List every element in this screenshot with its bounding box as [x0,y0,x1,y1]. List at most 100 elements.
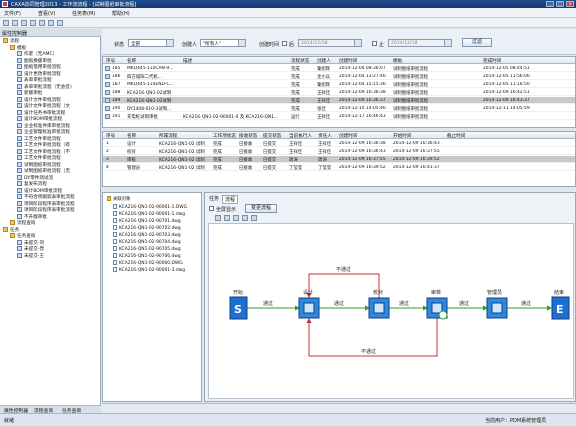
object-item[interactable]: KCA216-QN1-02-90001-1.dwg [113,211,185,217]
node-end[interactable]: E 结束 [551,289,570,320]
date-to-input[interactable]: 2014/12/18 [388,39,452,47]
tree-item[interactable]: 复发布流程 [17,181,47,187]
tree-item[interactable]: 表单审批流程 [17,77,52,83]
object-item[interactable]: KCA216-QN1-02-90702.dwg [113,225,181,231]
tree-item[interactable]: 未提交-刘 [17,239,44,246]
refresh-icon[interactable] [30,20,36,26]
objects-root[interactable]: 关联对象 [107,196,131,202]
tree-item[interactable]: 工艺文件审批流程 [17,135,61,142]
table-row[interactable]: 190 DY1408-010-3试制... 完成 张佳 2014-12-10 14:05… [103,105,575,112]
table-row[interactable]: 3 审核 KCA216-QN1-02 试制 完成 已接收 已提交 周涛 周涛 2014-12-0… [103,156,575,163]
tree-item[interactable]: 任务 [3,226,19,233]
table-row[interactable]: 185 MKQ445-110CAN-9... 完成 秦绍辉 2014-12-04 08:… [103,65,575,72]
node-start[interactable]: S 开始 [229,289,248,320]
tree-item[interactable]: 模板 [10,44,26,51]
table-row[interactable]: 187 MKQ445-110END-C... 完成 秦绍辉 2014-12-04 15:… [103,81,575,88]
filter-button[interactable]: 过滤 [462,38,492,47]
tree-item[interactable]: 企业管理标准审批流程 [17,129,70,135]
tree-item[interactable]: 新版审批 [17,90,42,96]
column-header[interactable]: 创建时间 [339,58,357,64]
tree-item[interactable]: 作废（无AMC） [17,51,57,57]
table-row[interactable]: 2 校对 KCA216-QN1-02 试制 完成 已接收 已提交 王祥佳 王祥佳 2014-12… [103,148,575,155]
save-icon[interactable] [21,20,27,26]
tree-item[interactable]: 企业标准件库审批流程 [17,122,70,129]
column-header[interactable]: 完成时间 [483,58,501,64]
tree-item[interactable]: 未提交-王 [17,252,44,259]
object-item[interactable]: KCA216-QN1-02-90001-3.dwg [113,267,185,273]
tree-item[interactable]: 试制图纸审批流程（无 [17,168,70,174]
show-all-checkbox[interactable] [209,206,214,211]
after-checkbox[interactable] [282,41,287,46]
creator-select[interactable]: "所有人" [200,39,246,47]
zoom-in-icon[interactable] [215,215,221,221]
minimize-button[interactable]: _ [546,1,554,7]
column-header[interactable]: 创建人 [317,58,331,64]
column-header[interactable]: 序号 [106,58,115,64]
node-review[interactable]: 审核 [426,289,448,320]
column-header[interactable]: 开始时间 [393,133,411,139]
tree-item[interactable]: 设计文件审批流程 [17,96,61,103]
node-design[interactable]: 设计 [298,289,320,319]
tree-item[interactable]: 表单审批流程（无会签） [17,83,75,90]
fit-icon[interactable] [242,215,248,221]
column-header[interactable]: 提交状态 [263,133,281,139]
menu-tasklist[interactable]: 任务表(M) [72,10,95,17]
tab-task[interactable]: 任务 [209,195,219,202]
tree-item[interactable]: 工艺文件审批流程（不 [17,148,70,155]
column-header[interactable]: 当前执行人 [289,133,312,139]
tab-flow[interactable]: 流程 [222,195,239,204]
filter-icon[interactable] [39,20,45,26]
tree-item[interactable]: 设计更改审批流程 [17,70,61,77]
tree-item[interactable]: 项目阶段程序表审批流程 [17,200,75,207]
open-icon[interactable] [12,20,18,26]
column-header[interactable]: 模板 [393,58,402,64]
date-from-input[interactable]: 2014/12/18 [298,39,362,47]
zoom-out-icon[interactable] [224,215,230,221]
node-admin[interactable]: 管理员 [486,289,508,319]
tree-item[interactable]: 图纸借用审批流程 [17,64,61,70]
column-header[interactable]: 接收状态 [239,133,257,139]
tree-item[interactable]: 设计BOM审批流程 [17,116,62,122]
menu-help[interactable]: 帮助(H) [112,10,130,17]
close-button[interactable]: × [566,1,574,7]
column-header[interactable]: 序号 [106,133,115,139]
tree-item[interactable]: 流程 [3,38,19,44]
column-header[interactable]: 描述 [183,58,192,64]
table-row[interactable]: 1 设计 KCA216-QN1-02 试制 完成 已接收 已提交 王祥佳 王祥佳 2014-12… [103,140,575,147]
tree-item[interactable]: 设计文件审批流程（文 [17,103,70,109]
tree-item[interactable]: 试制图纸审批流程 [17,161,61,168]
column-header[interactable]: 截止时间 [447,133,465,139]
object-item[interactable]: KCA216-QN1-02-90703.dwg [113,232,181,238]
column-header[interactable]: 创建时间 [339,133,357,139]
object-item[interactable]: KCA216-QN1-02-90000.DWG [113,260,183,266]
table-row[interactable]: 189 KCA216-QN1-02试制 完成 王祥佳 2014-12-09 16:36:… [103,97,575,104]
column-header[interactable]: 名称 [127,133,136,139]
table-row[interactable]: 4 管理员 KCA216-QN1-02 试制 完成 已接收 已提交 丁莹莹 丁莹莹 2014-1… [103,164,575,171]
print-icon[interactable] [48,20,54,26]
tree-item[interactable]: 不符合项跟踪表审批流程 [17,194,75,200]
maximize-button[interactable]: □ [556,1,564,7]
tree-item[interactable]: 流程查询 [10,220,35,226]
change-flow-button[interactable]: 变更流程 [245,204,277,213]
object-item[interactable]: KCA216-QN1-02-90705.dwg [113,246,181,252]
tree-item[interactable]: 不升版审批 [17,213,47,220]
status-select[interactable]: 全部 [128,39,174,47]
tree-item[interactable]: 项目阶段程序表审批流程 [17,207,75,213]
settings-icon[interactable] [57,20,63,26]
table-row[interactable]: 188 KCA216-QN1-02试制 完成 王祥佳 2014-12-09 16:36:… [103,89,575,96]
node-check[interactable]: 校对 [368,289,390,319]
object-item[interactable]: KCA216-QN1-02-90001-1.DWG [113,204,187,210]
column-header[interactable]: 名称 [127,58,136,64]
tree-item[interactable]: 工艺文件审批流程 [17,155,61,161]
tree-item[interactable]: 设计任务书审批流程 [17,109,65,116]
tree-item[interactable]: 图纸换版审批 [17,57,52,64]
column-header[interactable]: 责任人 [318,133,332,139]
object-item[interactable]: KCA216-QN1-02-90701.dwg [113,218,181,224]
column-header[interactable]: 工作项状态 [213,133,236,139]
tree-item[interactable]: 任务查询 [10,233,35,239]
table-row[interactable]: 186 四方城阳二代机... 完成 沈小兵 2014-12-04 13:27:46 试制图… [103,73,575,80]
pan-icon[interactable] [233,215,239,221]
grid-icon[interactable] [251,215,257,221]
tree-item[interactable]: 设计BOM审批流程 [17,187,62,194]
tree-item[interactable]: 未提交-曾 [17,246,44,252]
